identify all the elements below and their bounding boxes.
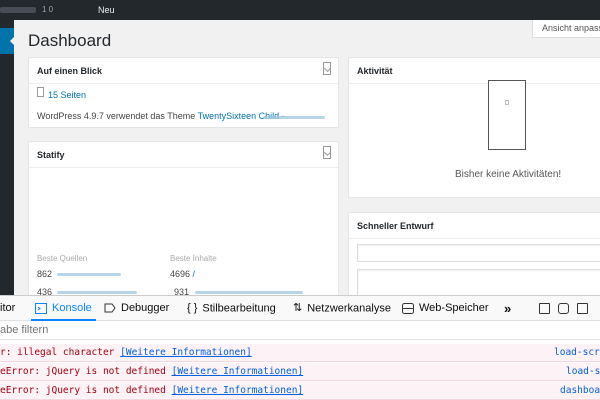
tab-style-editor[interactable]: { } Stilbearbeitung (187, 296, 276, 321)
page-title: Dashboard (28, 31, 112, 50)
wp-version-label: WordPress 4.9.7 verwendet das Theme (37, 111, 196, 121)
site-name-blurred[interactable] (0, 7, 36, 13)
wordpress-version-text: WordPress 4.9.7 verwendet das Theme Twen… (37, 111, 285, 121)
console-error-row: eError: jQuery is not defined [Weitere I… (0, 363, 600, 381)
content-count: 4696 / (170, 269, 195, 279)
tab-overflow-button[interactable]: » (504, 296, 511, 321)
tab-inspector[interactable]: itor (0, 296, 15, 321)
more-info-link[interactable]: [Weitere Informationen] (172, 366, 304, 377)
broken-image-icon (505, 100, 509, 105)
console-error-row: eError: jQuery is not defined [Weitere I… (0, 382, 600, 400)
more-info-link[interactable]: [Weitere Informationen] (120, 347, 252, 358)
blurred-link[interactable] (263, 116, 325, 119)
updates-counter[interactable]: 1 0 (42, 0, 53, 20)
widget-title[interactable]: Aktivität (349, 58, 600, 84)
error-source-link[interactable]: load-s (566, 363, 600, 380)
console-icon (35, 302, 47, 314)
active-menu-arrow (10, 34, 17, 48)
responsive-mode-icon[interactable] (577, 303, 588, 314)
devtools-toolbar: itor Konsole Debugger { } Stilbearbeitung… (0, 296, 600, 321)
source-link-blurred[interactable] (57, 291, 137, 294)
console-error-row: r: illegal character [Weitere Informatio… (0, 344, 600, 362)
content-path-link[interactable]: / (193, 269, 196, 279)
error-source-link[interactable]: dashboa (560, 382, 600, 399)
no-activity-text: Bisher keine Aktivitäten! (455, 169, 562, 180)
content-count-value: 4696 (170, 269, 191, 279)
console-filter-input[interactable]: abe filtern (0, 321, 600, 340)
content-link-blurred[interactable] (195, 291, 303, 294)
page-icon (37, 87, 44, 97)
widget-title[interactable]: Schneller Entwurf (349, 213, 600, 239)
debugger-icon (104, 303, 116, 313)
network-icon: ⇅ (293, 302, 303, 314)
quick-draft-widget: Schneller Entwurf (348, 212, 600, 307)
new-content-button[interactable]: Neu (98, 0, 115, 20)
tab-console[interactable]: Konsole (31, 296, 96, 321)
collapse-toggle-icon[interactable] (323, 146, 331, 159)
braces-icon: { } (187, 302, 198, 314)
at-a-glance-widget: Auf einen Blick 15 Seiten WordPress 4.9.… (28, 57, 339, 128)
screenshot-icon[interactable] (558, 303, 569, 314)
widget-title[interactable]: Statify (29, 142, 338, 168)
tab-network[interactable]: ⇅ Netzwerkanalyse (293, 296, 391, 321)
storage-icon (402, 302, 414, 314)
error-message: eError: jQuery is not defined (0, 385, 166, 396)
top-content-header: Beste Inhalte (170, 254, 217, 263)
tab-label: Debugger (121, 302, 170, 314)
pages-count-link[interactable]: 15 Seiten (48, 90, 86, 100)
statify-widget: Statify Beste Quellen Beste Inhalte 862 … (28, 141, 339, 301)
top-sources-header: Beste Quellen (37, 254, 88, 263)
screen-options-button[interactable]: Ansicht anpassen (532, 20, 600, 38)
error-message: r: illegal character (0, 347, 115, 358)
tab-label: Web-Speicher (419, 302, 489, 314)
collapse-toggle-icon[interactable] (323, 62, 331, 75)
admin-menu (0, 20, 17, 302)
source-link-blurred[interactable] (57, 273, 121, 276)
admin-bar: 1 0 Neu (0, 0, 600, 20)
empty-activity-illustration (488, 80, 526, 150)
devtools-panel: itor Konsole Debugger { } Stilbearbeitung… (0, 295, 600, 400)
tab-label: Netzwerkanalyse (307, 302, 391, 315)
tab-label: Stilbearbeitung (202, 302, 276, 315)
error-source-link[interactable]: load-scr (554, 344, 600, 361)
error-message: eError: jQuery is not defined (0, 366, 166, 377)
activity-widget: Aktivität Bisher keine Aktivitäten! (348, 57, 600, 198)
tab-debugger[interactable]: Debugger (104, 296, 169, 321)
split-console-icon[interactable] (539, 303, 550, 314)
more-info-link[interactable]: [Weitere Informationen] (172, 385, 304, 396)
widget-title[interactable]: Auf einen Blick (29, 58, 338, 84)
tab-storage[interactable]: Web-Speicher (402, 296, 489, 321)
source-count: 862 (37, 269, 53, 279)
draft-title-input[interactable] (357, 244, 600, 262)
tab-label: Konsole (52, 302, 92, 314)
